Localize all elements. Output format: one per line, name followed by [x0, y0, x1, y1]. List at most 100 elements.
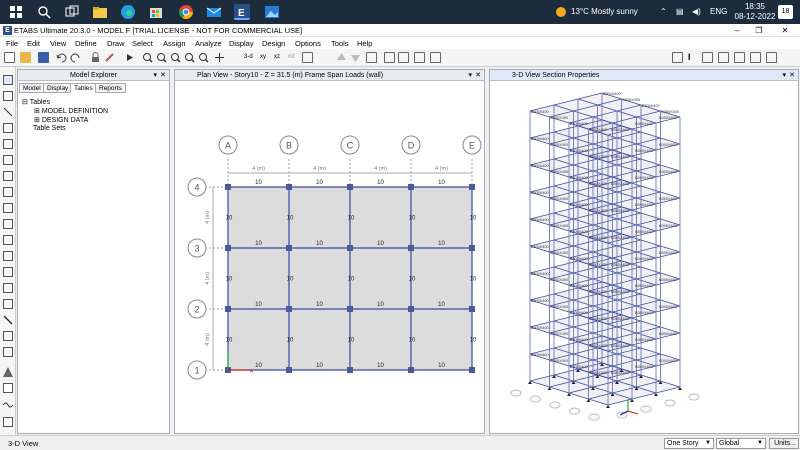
draw-stairs-icon[interactable] [3, 367, 13, 377]
tree-item-design-data[interactable]: ⊞ DESIGN DATA [34, 116, 88, 124]
tab-model[interactable]: Model [19, 83, 45, 93]
draw-tendon-icon[interactable] [3, 331, 13, 341]
menu-select[interactable]: Select [132, 39, 153, 48]
panel-dropdown-icon[interactable]: ▾ [153, 70, 157, 81]
zoom-window-icon[interactable] [142, 52, 153, 63]
draw-floor-icon[interactable] [3, 171, 13, 181]
edge-browser-icon[interactable] [120, 4, 136, 20]
notification-badge[interactable]: 18 [778, 5, 793, 19]
panel-dropdown-icon[interactable]: ▾ [468, 70, 472, 81]
plan-view-icon[interactable]: xy [260, 52, 271, 63]
menu-analyze[interactable]: Analyze [195, 39, 222, 48]
tree-item-label[interactable]: MODEL DEFINITION [42, 108, 108, 115]
pencil-icon[interactable] [104, 52, 115, 63]
show-undeformed-icon[interactable] [366, 52, 377, 63]
file-explorer-icon[interactable] [92, 4, 108, 20]
open-icon[interactable] [20, 52, 31, 63]
elevation-view-icon[interactable]: xz [274, 52, 285, 63]
menu-view[interactable]: View [50, 39, 66, 48]
plan-view-panel[interactable]: Plan View - Story10 - Z = 31.5 (m) Frame… [174, 69, 485, 434]
set-display-options-icon[interactable] [384, 52, 395, 63]
tree-root-row[interactable]: ⊟ Tables [22, 98, 50, 106]
minimize-button[interactable]: – [728, 24, 746, 37]
photos-icon[interactable] [264, 4, 280, 20]
panel-close-icon[interactable]: ✕ [475, 70, 481, 81]
elevation-yz-icon[interactable]: nd [288, 52, 299, 63]
pointer-tool-icon[interactable] [3, 75, 13, 85]
tray-chevron-icon[interactable]: ⌃ [660, 0, 667, 24]
tree-item-table-sets[interactable]: Table Sets [33, 125, 66, 132]
windows-start-icon[interactable] [8, 4, 24, 20]
expand-icon[interactable]: ⊞ [34, 117, 40, 124]
coordinate-system-select[interactable]: Global ▼ [716, 438, 766, 449]
menu-draw[interactable]: Draw [107, 39, 125, 48]
volume-icon[interactable]: ◀) [692, 0, 701, 24]
draw-brace-icon[interactable] [3, 155, 13, 165]
design-slab-icon[interactable] [734, 52, 745, 63]
draw-dimension-icon[interactable] [3, 283, 13, 293]
perspective-icon[interactable] [430, 52, 441, 63]
new-model-icon[interactable] [4, 52, 15, 63]
draw-beam-icon[interactable] [3, 123, 13, 133]
zoom-previous-icon[interactable] [184, 52, 195, 63]
lock-icon[interactable] [90, 52, 101, 63]
move-up-icon[interactable] [336, 52, 347, 63]
language-indicator[interactable]: ENG [710, 0, 727, 24]
3d-view-canvas[interactable]: B300X400B300X400B300X400B300X400 B300X400… [490, 81, 798, 433]
tree-item-label[interactable]: DESIGN DATA [42, 117, 88, 124]
weather-text[interactable]: 13°C Mostly sunny [571, 0, 638, 24]
display-deformed-icon[interactable] [398, 52, 409, 63]
tree-item-label[interactable]: Table Sets [33, 125, 66, 132]
close-button[interactable]: ✕ [776, 24, 794, 37]
units-button[interactable]: Units... [769, 438, 799, 449]
draw-line-icon[interactable] [3, 417, 13, 427]
run-analysis-icon[interactable] [124, 52, 135, 63]
plan-view-canvas[interactable]: A B C D E 4 3 2 1 4 (m) 4 (m) 4 (m) 4 (m) 4 (m) 4 (m) 4… [175, 81, 484, 433]
tab-tables[interactable]: Tables [70, 83, 97, 93]
draw-section-cut-icon[interactable] [3, 267, 13, 277]
expand-icon[interactable]: ⊞ [34, 108, 40, 115]
menu-help[interactable]: Help [357, 39, 372, 48]
maximize-button[interactable]: ❐ [750, 24, 768, 37]
menu-tools[interactable]: Tools [331, 39, 349, 48]
draw-joint-icon[interactable] [3, 107, 13, 117]
panel-dropdown-icon[interactable]: ▾ [782, 70, 786, 81]
story-select[interactable]: One Story ▼ [664, 438, 714, 449]
store-icon[interactable] [148, 4, 164, 20]
task-view-icon[interactable] [64, 4, 80, 20]
draw-wall-icon[interactable] [3, 187, 13, 197]
undo-icon[interactable] [56, 52, 67, 63]
draw-opening-icon[interactable] [3, 203, 13, 213]
draw-column-icon[interactable] [3, 139, 13, 149]
reshape-tool-icon[interactable] [3, 91, 13, 101]
design-steel-icon[interactable] [672, 52, 683, 63]
draw-link-icon[interactable] [3, 315, 13, 325]
menu-assign[interactable]: Assign [163, 39, 186, 48]
etabs-taskbar-icon[interactable]: E [234, 4, 250, 20]
design-composite-icon[interactable] [718, 52, 729, 63]
restore-view-icon[interactable] [198, 52, 209, 63]
rotate-view-icon[interactable] [302, 52, 313, 63]
zoom-out-icon[interactable] [170, 52, 181, 63]
draw-reference-point-icon[interactable] [3, 299, 13, 309]
3d-view-icon[interactable]: 3-d [244, 52, 255, 63]
tree-root-label[interactable]: Tables [30, 99, 50, 106]
draw-circle-icon[interactable] [3, 251, 13, 261]
tab-reports[interactable]: Reports [95, 83, 126, 93]
pan-icon[interactable] [214, 52, 225, 63]
chrome-icon[interactable] [178, 4, 194, 20]
3d-view-panel[interactable]: 3-D View Section Properties ▾ ✕ B300X400… [489, 69, 799, 434]
search-icon[interactable] [36, 4, 52, 20]
draw-curve-icon[interactable] [2, 399, 14, 409]
mail-icon[interactable] [206, 4, 222, 20]
collapse-icon[interactable]: ⊟ [22, 99, 28, 106]
design-overwrites-icon[interactable] [766, 52, 777, 63]
network-icon[interactable]: ▤ [676, 0, 684, 24]
menu-display[interactable]: Display [229, 39, 254, 48]
panel-close-icon[interactable]: ✕ [160, 70, 166, 81]
design-foundation-icon[interactable] [750, 52, 761, 63]
object-shrink-icon[interactable] [414, 52, 425, 63]
menu-design[interactable]: Design [262, 39, 285, 48]
panel-close-icon[interactable]: ✕ [789, 70, 795, 81]
menu-define[interactable]: Define [75, 39, 97, 48]
